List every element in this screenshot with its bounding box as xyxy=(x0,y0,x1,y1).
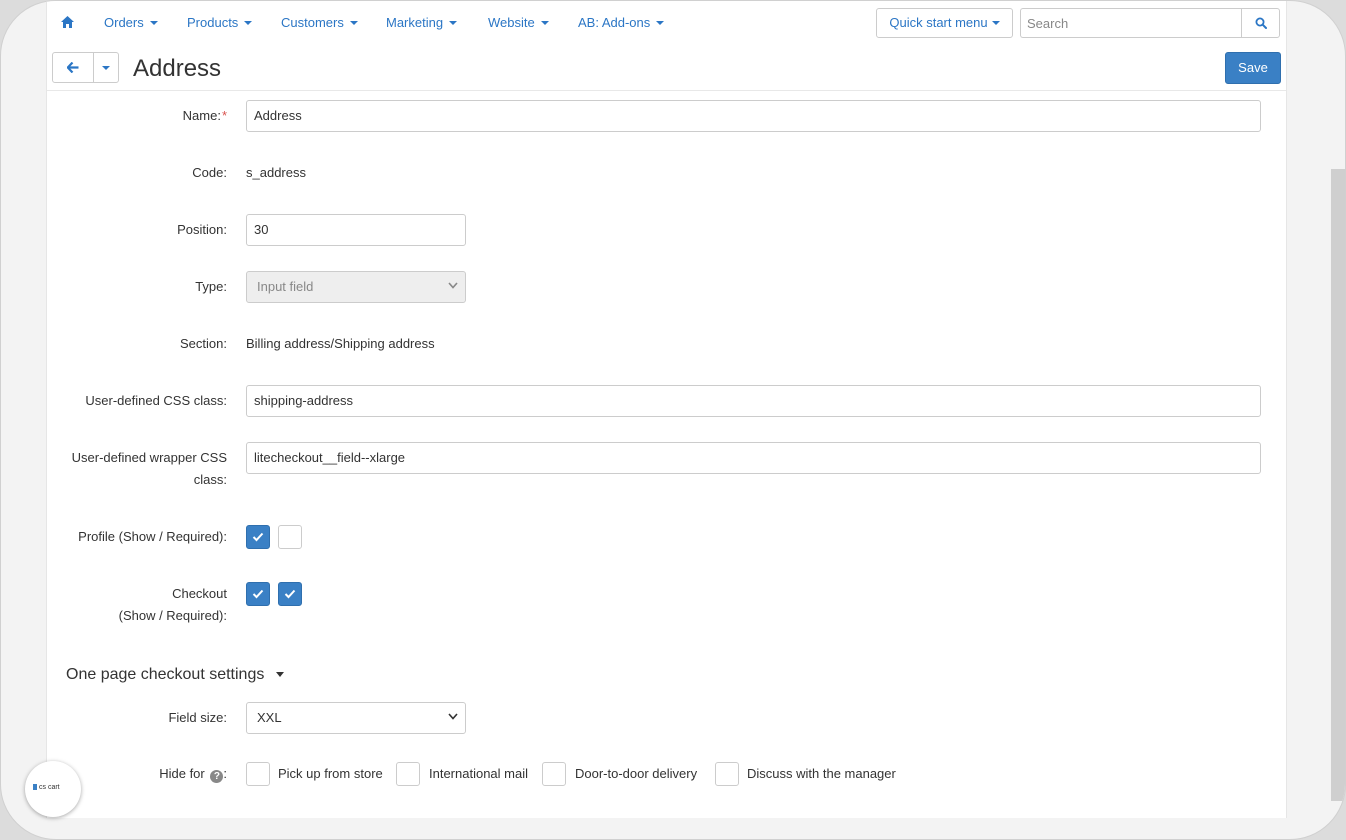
caret-down-icon xyxy=(540,21,549,25)
home-icon[interactable] xyxy=(61,16,74,28)
profile-show-checkbox[interactable] xyxy=(246,525,270,549)
name-label-text: Name: xyxy=(182,108,221,123)
arrow-left-icon xyxy=(67,62,79,73)
wrapper-css-input[interactable]: litecheckout__field--xlarge xyxy=(246,442,1261,474)
one-page-settings-title: One page checkout settings xyxy=(66,666,265,683)
cscart-logo-badge[interactable]: cs cart xyxy=(25,761,81,817)
position-label: Position: xyxy=(177,222,227,237)
field-size-value: XXL xyxy=(257,710,282,725)
wrapper-css-label-line2: class: xyxy=(193,472,227,487)
back-button-group xyxy=(52,52,119,83)
type-select: Input field xyxy=(246,271,466,303)
back-button[interactable] xyxy=(53,53,93,82)
nav-item-label: Marketing xyxy=(386,15,444,30)
name-label: Name:* xyxy=(183,105,227,127)
one-page-settings-toggle[interactable]: One page checkout settings xyxy=(66,662,285,688)
search-input[interactable] xyxy=(1020,8,1241,38)
position-input[interactable]: 30 xyxy=(246,214,466,246)
checkmark-icon xyxy=(252,589,264,599)
hide-international-mail-checkbox[interactable] xyxy=(396,762,420,786)
logo-text: cs cart xyxy=(33,784,60,791)
wrapper-css-label-line1: User-defined wrapper CSS xyxy=(71,450,227,465)
type-label: Type: xyxy=(195,279,227,294)
profile-required-checkbox[interactable] xyxy=(278,525,302,549)
nav-item-label: Customers xyxy=(281,15,344,30)
required-mark: * xyxy=(221,108,227,123)
code-label: Code: xyxy=(192,165,227,180)
name-input[interactable]: Address xyxy=(246,100,1261,132)
nav-item-products[interactable]: Products xyxy=(187,15,253,30)
hide-discuss-manager-checkbox[interactable] xyxy=(715,762,739,786)
back-history-dropdown[interactable] xyxy=(93,53,119,82)
checkout-label-line2: (Show / Required): xyxy=(118,608,227,623)
nav-item-website[interactable]: Website xyxy=(488,15,549,30)
caret-down-icon xyxy=(349,21,358,25)
save-button[interactable]: Save xyxy=(1225,52,1281,84)
chevron-down-icon xyxy=(448,282,458,289)
hide-for-label-text: Hide for xyxy=(159,766,205,781)
top-nav: Orders Products Customers Marketing Webs… xyxy=(47,1,1286,46)
profile-label: Profile (Show / Required): xyxy=(78,529,227,544)
caret-down-icon xyxy=(449,21,458,25)
caret-down-icon xyxy=(244,21,253,25)
checkout-label-line1: Checkout xyxy=(172,586,227,601)
logo-label: cs cart xyxy=(39,784,60,791)
hide-pickup-checkbox[interactable] xyxy=(246,762,270,786)
field-size-label: Field size: xyxy=(168,710,227,725)
section-value: Billing address/Shipping address xyxy=(246,336,435,351)
help-icon[interactable]: ? xyxy=(210,770,224,783)
section-label: Section: xyxy=(180,336,227,351)
checkmark-icon xyxy=(284,589,296,599)
hide-option-label: Pick up from store xyxy=(278,766,383,781)
nav-item-label: Website xyxy=(488,15,535,30)
nav-item-label: AB: Add-ons xyxy=(578,15,651,30)
caret-down-icon xyxy=(102,66,110,70)
checkmark-icon xyxy=(252,532,264,542)
app-frame: Orders Products Customers Marketing Webs… xyxy=(0,0,1346,840)
quick-start-menu-button[interactable]: Quick start menu xyxy=(876,8,1013,38)
nav-item-marketing[interactable]: Marketing xyxy=(386,15,458,30)
hide-option-label: Discuss with the manager xyxy=(747,766,896,781)
caret-down-icon xyxy=(656,21,665,25)
caret-down-icon xyxy=(149,21,158,25)
hide-for-label: Hide for ?: xyxy=(159,766,227,783)
title-bar: Address Save xyxy=(47,46,1286,91)
css-class-label: User-defined CSS class: xyxy=(85,393,227,408)
chevron-down-icon xyxy=(448,713,458,720)
nav-item-label: Orders xyxy=(104,15,144,30)
nav-item-customers[interactable]: Customers xyxy=(281,15,358,30)
css-class-input[interactable]: shipping-address xyxy=(246,385,1261,417)
hide-option-label: International mail xyxy=(429,766,528,781)
field-size-select[interactable]: XXL xyxy=(246,702,466,734)
page-title: Address xyxy=(133,55,222,82)
search-button[interactable] xyxy=(1241,8,1280,38)
nav-item-label: Products xyxy=(187,15,239,30)
caret-down-icon xyxy=(991,21,1000,25)
code-value: s_address xyxy=(246,165,306,180)
type-select-value: Input field xyxy=(257,279,314,294)
checkout-required-checkbox[interactable] xyxy=(278,582,302,606)
hide-door-to-door-checkbox[interactable] xyxy=(542,762,566,786)
checkout-show-checkbox[interactable] xyxy=(246,582,270,606)
hide-option-label: Door-to-door delivery xyxy=(575,766,698,781)
search-icon xyxy=(1255,17,1267,29)
page-sheet: Orders Products Customers Marketing Webs… xyxy=(46,1,1287,818)
nav-item-orders[interactable]: Orders xyxy=(104,15,158,30)
quick-start-label: Quick start menu xyxy=(889,15,988,30)
nav-item-addons[interactable]: AB: Add-ons xyxy=(578,15,665,30)
caret-down-icon xyxy=(276,672,285,677)
logo-mark-icon xyxy=(33,784,37,790)
vertical-scrollbar[interactable] xyxy=(1331,169,1345,801)
